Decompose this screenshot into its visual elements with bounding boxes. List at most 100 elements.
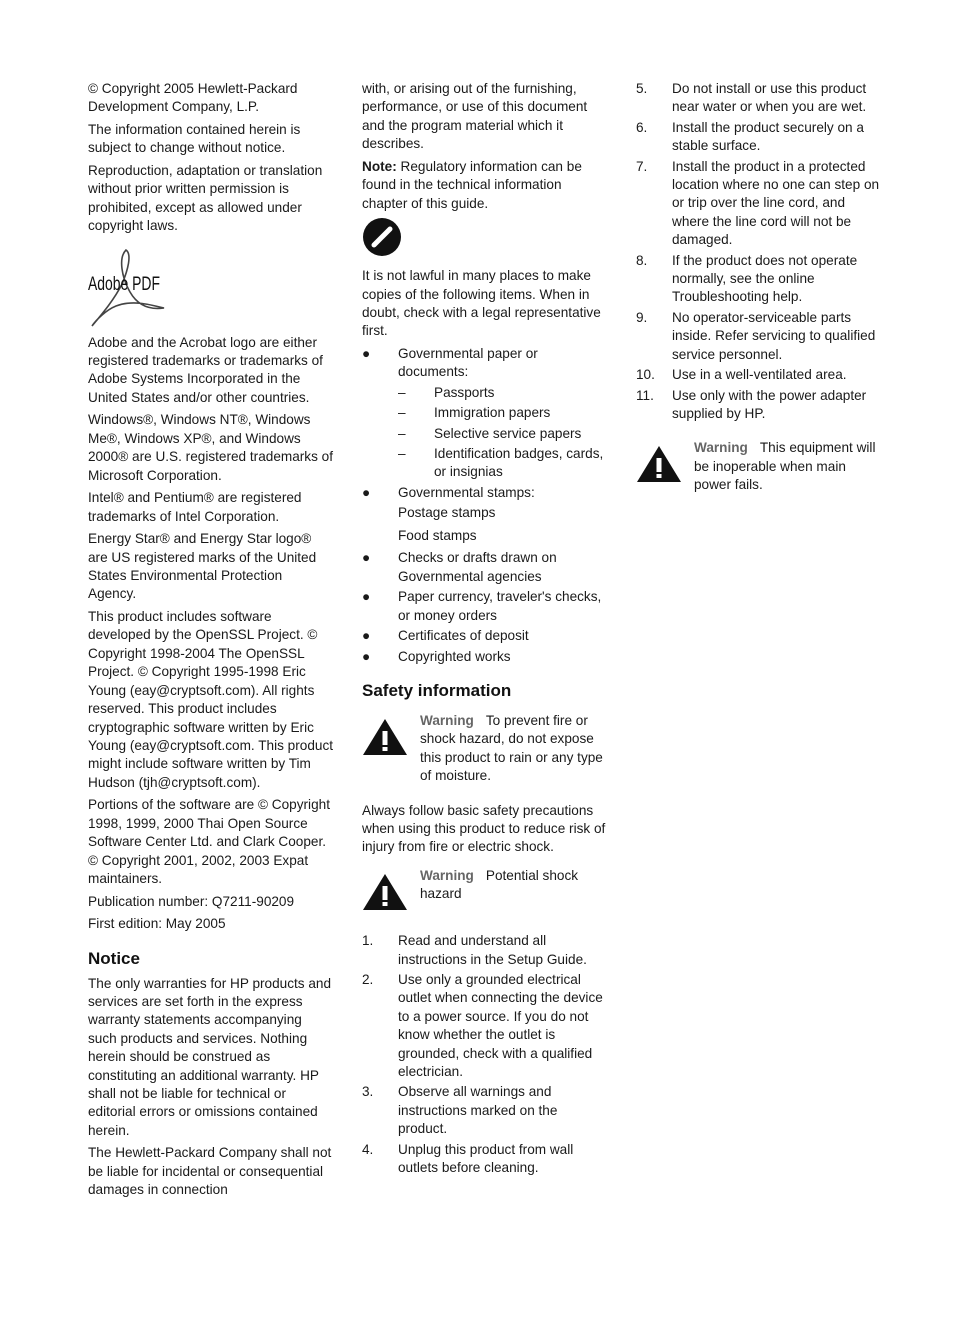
copyright-line: © Copyright 2005 Hewlett-Packard Develop… — [88, 81, 298, 115]
warning-power-failure: Warning This equipment will be inoperable… — [636, 439, 881, 494]
sub-list-item: – Identification badges, cards, or insign… — [398, 445, 607, 482]
bullet-marker: ● — [362, 628, 371, 644]
edition: First edition: May 2005 — [88, 916, 226, 932]
step-number: 11. — [636, 387, 654, 403]
safety-step: 9. No operator-serviceable parts inside. … — [636, 309, 881, 364]
step-text: Read and understand all instructions in … — [398, 933, 587, 967]
step-number: 4. — [362, 1141, 374, 1157]
step-text: No operator-serviceable parts inside. Re… — [672, 309, 876, 362]
stamp-item: Food stamps — [398, 527, 477, 543]
sub-list-item-text: Selective service papers — [434, 425, 582, 441]
list-item: ● Paper currency, traveler's checks, or m… — [362, 588, 607, 625]
step-text: If the product does not operate normally… — [672, 252, 858, 305]
dash-marker: – — [398, 405, 406, 421]
step-text: Do not install or use this product near … — [672, 81, 867, 115]
list-item-text: Governmental stamps: — [398, 484, 535, 500]
step-text: Use in a well-ventilated area. — [672, 367, 847, 383]
liability-notice: The Hewlett-Packard Company shall not be… — [88, 1145, 332, 1198]
list-item-text: Checks or drafts drawn on Governmental a… — [398, 550, 557, 584]
sub-list: – Passports – Immigration papers – Selectiv… — [398, 384, 607, 482]
warranty-notice: The only warranties for HP products and … — [88, 975, 332, 1138]
sub-list-item-text: Immigration papers — [434, 405, 551, 421]
list-item: ● Governmental stamps: — [362, 484, 607, 502]
step-text: Use only with the power adapter supplied… — [672, 387, 867, 421]
adobe-pdf-wordmark: Adobe PDF — [88, 274, 160, 295]
reproduction-notice: Reproduction, adaptation or translation … — [88, 163, 323, 234]
sub-list-item: – Selective service papers — [398, 425, 607, 443]
safety-step: 6. Install the product securely on a stab… — [636, 119, 881, 156]
column-2: with, or arising out of the furnishing, … — [362, 80, 607, 1179]
warning-shock-hazard: Warning Potential shock hazard — [362, 867, 607, 916]
safety-step: 5. Do not install or use this product nea… — [636, 80, 881, 117]
safety-step: 2. Use only a grounded electrical outlet … — [362, 971, 607, 1081]
warning-triangle-icon — [362, 867, 420, 916]
sub-list-item: – Passports — [398, 384, 607, 402]
list-item: ● Certificates of deposit — [362, 627, 607, 645]
regulatory-note: Note: Regulatory information can be foun… — [362, 158, 607, 213]
adobe-pdf-logo: Adobe PDF — [88, 248, 333, 328]
windows-trademark: Windows®, Windows NT®, Windows Me®, Wind… — [88, 412, 333, 483]
step-text: Install the product in a protected locat… — [672, 158, 880, 248]
safety-step: 3. Observe all warnings and instructions … — [362, 1083, 607, 1138]
safety-heading: Safety information — [362, 680, 512, 700]
step-text: Install the product securely on a stable… — [672, 119, 864, 154]
intel-trademark: Intel® and Pentium® are registered trade… — [88, 490, 302, 524]
warning-label: Warning — [420, 712, 474, 728]
warning-fire-shock: Warning To prevent fire or shock hazard, … — [362, 712, 607, 786]
bullet-marker: ● — [362, 484, 371, 500]
sub-list-item-text: Identification badges, cards, or insigni… — [434, 446, 604, 480]
step-text: Unplug this product from wall outlets be… — [398, 1141, 574, 1176]
warning-label: Warning — [420, 867, 474, 883]
adobe-acrobat-logo-icon: Adobe PDF — [88, 248, 165, 327]
safety-step: 1. Read and understand all instructions i… — [362, 932, 607, 969]
safety-step: 10. Use in a well-ventilated area. — [636, 366, 881, 384]
list-item: ● Copyrighted works — [362, 648, 607, 666]
warning-triangle-icon — [636, 439, 694, 494]
warning-triangle-icon — [362, 712, 420, 786]
expat-notice: Portions of the software are © Copyright… — [88, 797, 330, 886]
column-1: © Copyright 2005 Hewlett-Packard Develop… — [88, 80, 333, 1204]
bullet-marker: ● — [362, 589, 371, 605]
step-number: 3. — [362, 1084, 374, 1100]
step-number: 7. — [636, 158, 648, 174]
list-item-text: Paper currency, traveler's checks, or mo… — [398, 589, 602, 623]
liability-continuation: with, or arising out of the furnishing, … — [362, 81, 588, 152]
dash-marker: – — [398, 425, 406, 441]
step-text: Observe all warnings and instructions ma… — [398, 1084, 558, 1137]
list-item-text: Governmental paper or documents: — [398, 346, 538, 380]
step-number: 5. — [636, 81, 648, 96]
step-number: 6. — [636, 119, 648, 135]
list-item: ● Governmental paper or documents: — [362, 345, 607, 382]
step-number: 9. — [636, 309, 648, 325]
step-number: 10. — [636, 367, 655, 383]
publication-number: Publication number: Q7211-90209 — [88, 893, 295, 909]
safety-step: 4. Unplug this product from wall outlets … — [362, 1141, 607, 1178]
step-number: 1. — [362, 933, 374, 949]
column-3: 5. Do not install or use this product nea… — [636, 80, 881, 511]
bullet-marker: ● — [362, 346, 371, 362]
energy-star-trademark: Energy Star® and Energy Star logo® are U… — [88, 531, 317, 602]
note-label: Note: — [362, 158, 397, 174]
prohibited-icon — [362, 217, 402, 257]
adobe-trademark: Adobe and the Acrobat logo are either re… — [88, 334, 323, 405]
safety-intro: Always follow basic safety precautions w… — [362, 802, 606, 855]
warning-label: Warning — [694, 440, 748, 456]
dash-marker: – — [398, 384, 406, 400]
notice-heading: Notice — [88, 948, 140, 968]
list-item: ● Checks or drafts drawn on Governmental … — [362, 549, 607, 586]
dash-marker: – — [398, 446, 406, 462]
list-item-text: Copyrighted works — [398, 648, 511, 664]
step-number: 8. — [636, 252, 648, 268]
openssl-notice: This product includes software developed… — [88, 609, 334, 790]
copy-restriction-intro: It is not lawful in many places to make … — [362, 268, 601, 339]
list-item-text: Certificates of deposit — [398, 628, 529, 644]
step-number: 2. — [362, 971, 374, 987]
sub-list-item-text: Passports — [434, 384, 495, 400]
change-notice: The information contained herein is subj… — [88, 122, 301, 156]
safety-step: 7. Install the product in a protected loc… — [636, 158, 881, 250]
safety-step: 8. If the product does not operate normal… — [636, 252, 881, 307]
bullet-marker: ● — [362, 550, 371, 566]
stamp-item: Postage stamps — [398, 505, 496, 521]
bullet-marker: ● — [362, 648, 371, 664]
step-text: Use only a grounded electrical outlet wh… — [398, 971, 603, 1079]
